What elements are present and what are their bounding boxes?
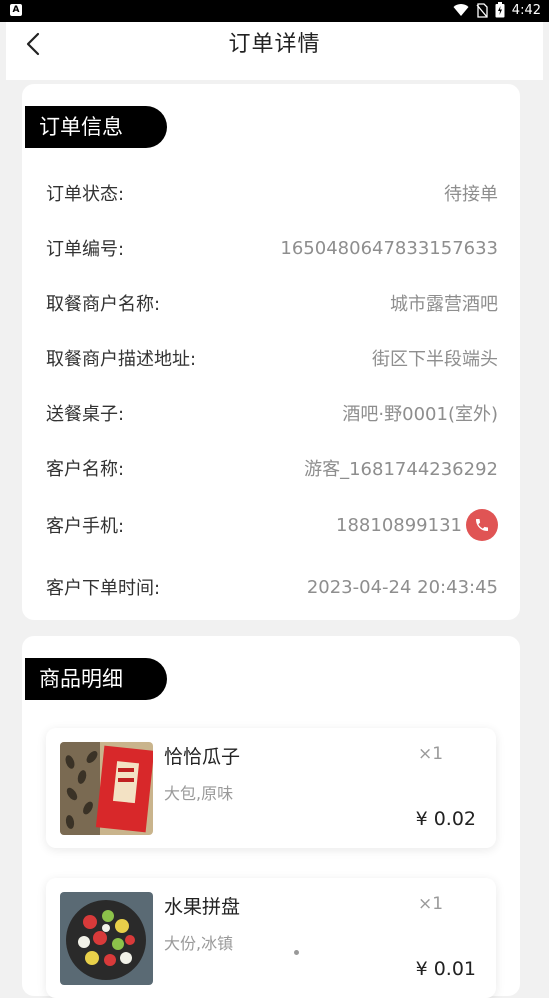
app-notification-icon: A xyxy=(10,4,22,16)
info-row-table: 送餐桌子: 酒吧·野0001(室外) xyxy=(46,398,498,428)
wifi-icon xyxy=(453,4,469,17)
goods-item[interactable]: 恰恰瓜子 大包,原味 ×1 ¥ 0.02 xyxy=(46,728,496,848)
order-info-section-title: 订单信息 xyxy=(25,106,167,148)
status-bar: A 4:42 xyxy=(0,0,549,22)
order-info-card: 订单信息 订单状态: 待接单 订单编号: 1650480647833157633… xyxy=(22,84,520,620)
nav-bar: 订单详情 xyxy=(6,22,543,80)
row-value: 1650480647833157633 xyxy=(280,237,498,259)
scroll-indicator-dot xyxy=(294,950,299,955)
row-label: 客户名称: xyxy=(46,459,125,480)
product-price: ¥ 0.01 xyxy=(415,958,476,980)
info-row-merchant-name: 取餐商户名称: 城市露营酒吧 xyxy=(46,288,498,318)
product-price: ¥ 0.02 xyxy=(415,808,476,830)
product-spec: 大包,原味 xyxy=(164,784,234,803)
row-value: 城市露营酒吧 xyxy=(390,294,498,315)
row-label: 取餐商户名称: xyxy=(46,294,161,315)
clock: 4:42 xyxy=(511,2,541,18)
phone-number: 18810899131 xyxy=(336,514,462,536)
row-label: 订单状态: xyxy=(46,184,125,205)
info-row-customer-phone: 客户手机: 18810899131 xyxy=(46,509,498,541)
info-row-order-time: 客户下单时间: 2023-04-24 20:43:45 xyxy=(46,572,498,602)
page-title: 订单详情 xyxy=(228,32,321,57)
info-row-merchant-address: 取餐商户描述地址: 街区下半段端头 xyxy=(46,343,498,373)
row-label: 客户下单时间: xyxy=(46,578,161,599)
product-name: 恰恰瓜子 xyxy=(164,746,241,768)
row-value: 街区下半段端头 xyxy=(372,349,498,370)
product-spec: 大份,冰镇 xyxy=(164,934,234,953)
goods-section-title: 商品明细 xyxy=(25,658,167,700)
product-image-sunflower-seeds xyxy=(60,742,153,835)
goods-card: 商品明细 恰恰瓜子 大包,原味 ×1 ¥ 0.02 水果拼盘 大份,冰镇 ×1 … xyxy=(22,636,520,998)
phone-icon xyxy=(476,519,488,531)
row-label: 送餐桌子: xyxy=(46,404,125,425)
row-label: 订单编号: xyxy=(46,239,125,260)
row-value: 待接单 xyxy=(444,184,498,205)
info-row-status: 订单状态: 待接单 xyxy=(46,178,498,208)
product-name: 水果拼盘 xyxy=(164,896,241,918)
page-content: 订单信息 订单状态: 待接单 订单编号: 1650480647833157633… xyxy=(6,80,543,998)
no-sim-icon xyxy=(476,2,488,18)
row-value-wrap: 18810899131 xyxy=(336,509,498,541)
info-row-customer-name: 客户名称: 游客_1681744236292 xyxy=(46,453,498,483)
goods-item[interactable]: 水果拼盘 大份,冰镇 ×1 ¥ 0.01 xyxy=(46,878,496,998)
battery-icon xyxy=(495,2,505,18)
row-label: 客户手机: xyxy=(46,516,125,537)
row-label: 取餐商户描述地址: xyxy=(46,349,197,370)
row-value: 酒吧·野0001(室外) xyxy=(342,404,498,425)
row-value: 游客_1681744236292 xyxy=(304,459,498,480)
product-quantity: ×1 xyxy=(418,894,444,914)
info-row-order-number: 订单编号: 1650480647833157633 xyxy=(46,233,498,263)
product-quantity: ×1 xyxy=(418,744,444,764)
call-button[interactable] xyxy=(466,509,498,541)
product-image-fruit-platter xyxy=(60,892,153,985)
row-value: 2023-04-24 20:43:45 xyxy=(306,576,498,598)
